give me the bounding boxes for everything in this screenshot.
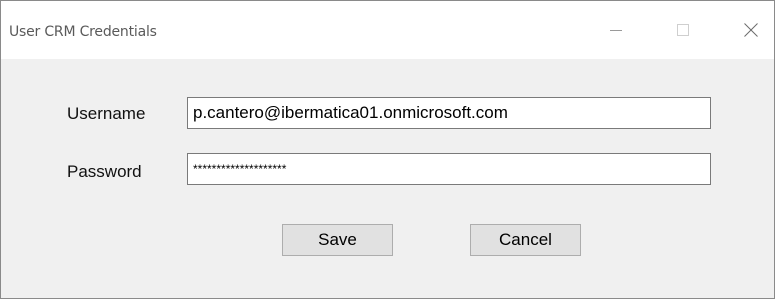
window-title: User CRM Credentials bbox=[9, 24, 157, 40]
cancel-button[interactable]: Cancel bbox=[470, 224, 581, 256]
minimize-icon bbox=[610, 24, 622, 36]
close-icon bbox=[744, 23, 758, 37]
maximize-button[interactable] bbox=[660, 1, 706, 59]
password-field[interactable] bbox=[187, 153, 711, 185]
title-bar: User CRM Credentials bbox=[1, 1, 774, 59]
save-button[interactable]: Save bbox=[282, 224, 393, 256]
close-button[interactable] bbox=[728, 1, 774, 59]
credentials-dialog: User CRM Credentials Username Password S… bbox=[0, 0, 775, 299]
username-field[interactable] bbox=[187, 97, 711, 129]
password-label: Password bbox=[67, 162, 142, 181]
minimize-button[interactable] bbox=[593, 1, 639, 59]
username-label: Username bbox=[67, 104, 146, 123]
maximize-icon bbox=[677, 24, 689, 36]
